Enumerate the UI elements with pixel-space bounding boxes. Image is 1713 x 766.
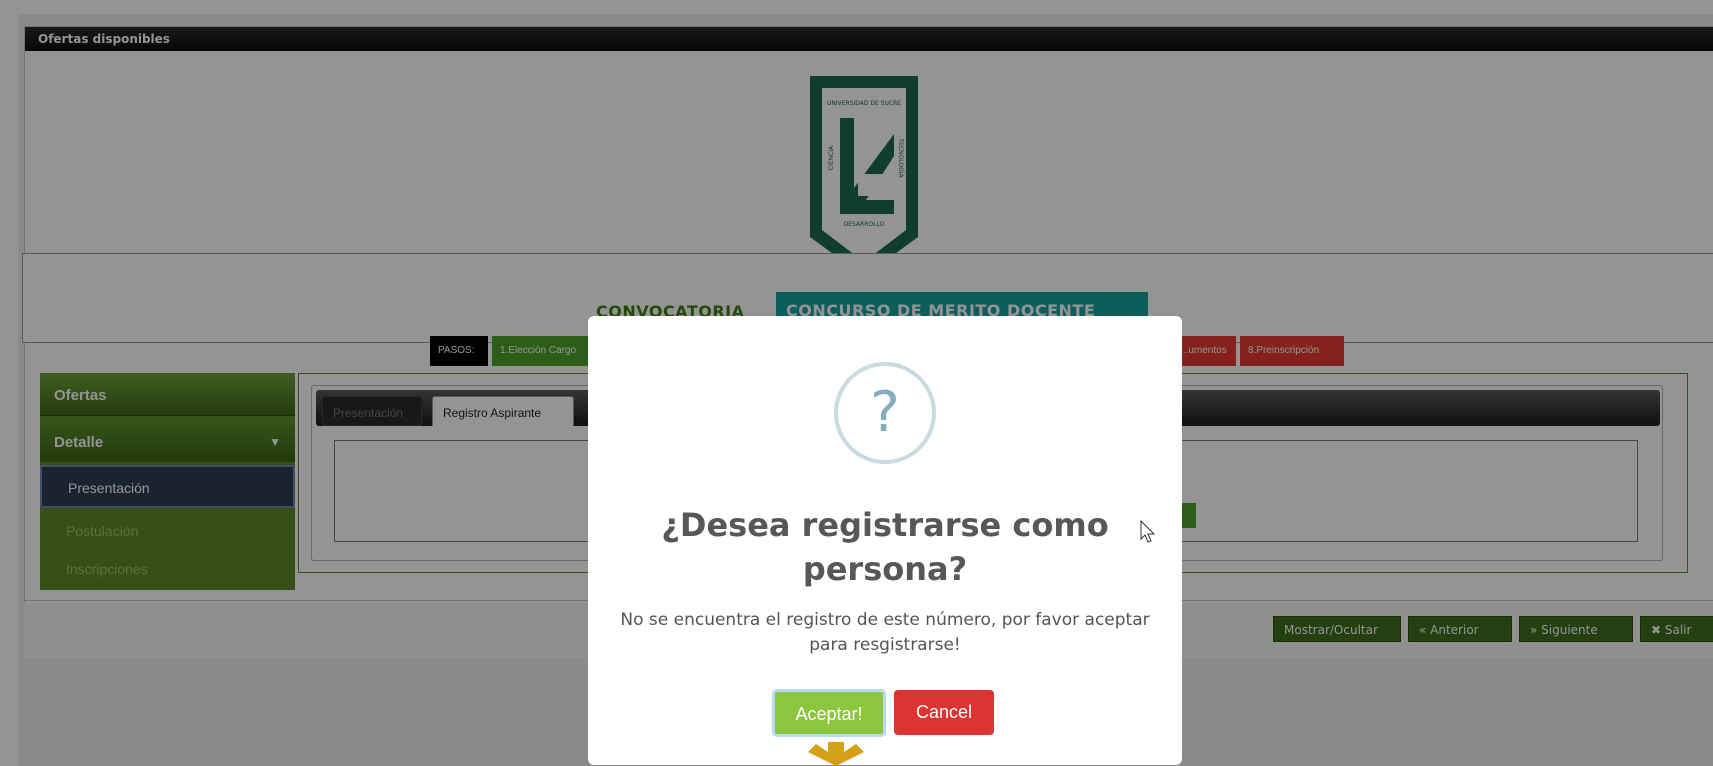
mouse-cursor-icon — [1140, 520, 1156, 543]
screen: Ofertas disponibles UNIVERSIDAD DE SUCRE… — [0, 0, 1713, 766]
pointer-arrow-icon — [808, 742, 864, 766]
dialog-message: No se encuentra el registro de este núme… — [620, 610, 1150, 655]
question-icon: ? — [834, 362, 936, 464]
accept-button[interactable]: Aceptar! — [772, 689, 886, 737]
cancel-button[interactable]: Cancel — [894, 690, 994, 735]
dialog-title: ¿Desea registrarse como persona? — [661, 506, 1109, 588]
